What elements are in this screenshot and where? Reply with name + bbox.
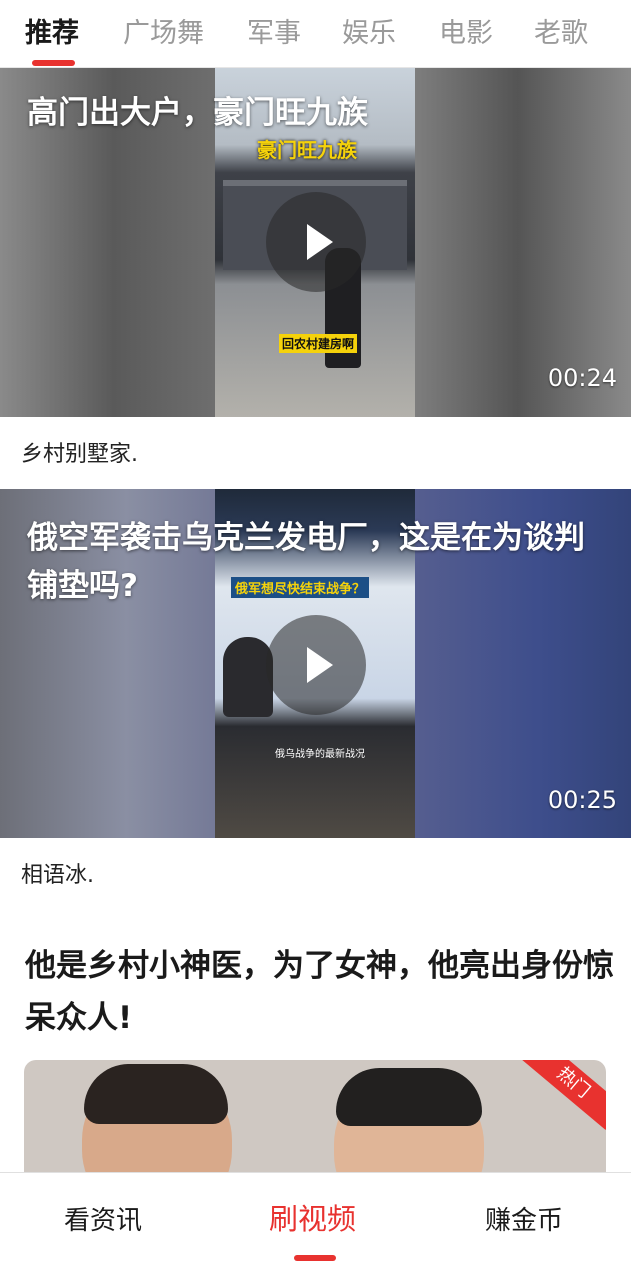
tab-recommend[interactable]: 推荐 <box>25 14 79 54</box>
thumbnail-subtitle: 回农村建房啊 <box>279 334 358 353</box>
tab-military[interactable]: 军事 <box>247 14 301 54</box>
video-card[interactable]: 俄军想尽快结束战争？ 俄乌战争的最新战况 俄空军袭击乌克兰发电厂，这是在为谈判铺… <box>0 489 631 838</box>
thumbnail-caption: 豪门旺九族 <box>257 138 357 162</box>
video-author[interactable]: 相语冰. <box>21 861 94 891</box>
nav-earn-coins[interactable]: 赚金币 <box>485 1201 563 1241</box>
play-icon[interactable] <box>266 192 366 292</box>
active-nav-indicator <box>294 1255 336 1261</box>
video-title[interactable]: 俄空军袭击乌克兰发电厂，这是在为谈判铺垫吗? <box>27 514 609 610</box>
video-title[interactable]: 高门出大户，豪门旺九族 <box>27 89 609 137</box>
tab-old-songs[interactable]: 老歌 <box>534 14 588 54</box>
play-icon[interactable] <box>266 615 366 715</box>
tab-entertainment[interactable]: 娱乐 <box>342 14 396 54</box>
article-cover-image[interactable]: 热门 <box>24 1060 606 1190</box>
thumbnail-subtitle: 俄乌战争的最新战况 <box>275 749 365 760</box>
video-author[interactable]: 乡村别墅家. <box>21 440 138 470</box>
video-duration: 00:25 <box>547 786 617 814</box>
thumbnail-anchor-person <box>223 637 273 717</box>
tab-movies[interactable]: 电影 <box>439 14 493 54</box>
cover-hair-right <box>336 1068 482 1126</box>
nav-videos[interactable]: 刷视频 <box>269 1199 356 1239</box>
bottom-navigation: 看资讯 刷视频 赚金币 <box>0 1172 631 1280</box>
hot-badge: 热门 <box>521 1060 606 1130</box>
video-card[interactable]: 豪门旺九族 回农村建房啊 高门出大户，豪门旺九族 00:24 <box>0 68 631 417</box>
nav-news[interactable]: 看资讯 <box>64 1201 142 1241</box>
category-tab-bar: 推荐 广场舞 军事 娱乐 电影 老歌 <box>0 0 631 68</box>
cover-hair-left <box>84 1064 228 1124</box>
article-title[interactable]: 他是乡村小神医，为了女神，他亮出身份惊呆众人! <box>25 940 615 1044</box>
tab-square-dance[interactable]: 广场舞 <box>123 14 204 54</box>
active-tab-indicator <box>32 60 75 66</box>
video-duration: 00:24 <box>547 364 617 392</box>
